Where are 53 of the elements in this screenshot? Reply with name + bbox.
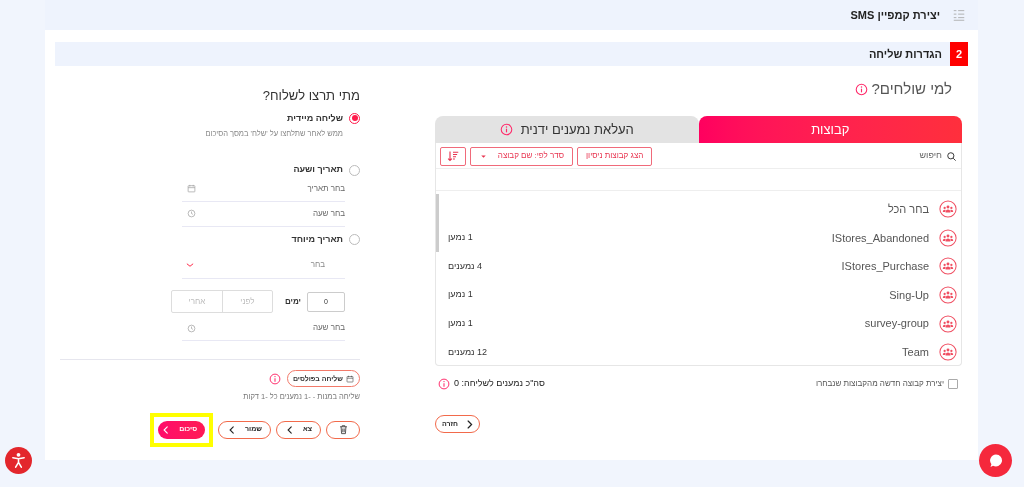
page-title: יצירת קמפיין SMS [850,7,940,23]
total-recipients: סה"כ נמענים לשליחה: 0 [454,377,545,391]
group-name[interactable]: בחר הכל [448,201,929,218]
sort-icon [447,150,459,162]
show-test-groups-button[interactable]: הצג קבוצות ניסיון [577,146,653,166]
group-icon [939,228,957,247]
clock-icon [187,209,196,219]
section-title: למי שולחים? [871,78,952,99]
recipient-count: 4 נמענים [448,259,483,273]
calendar-icon [187,184,196,194]
info-icon [268,372,281,385]
group-icon [939,286,957,305]
accessibility-icon[interactable] [5,447,32,474]
trash-icon [337,424,349,435]
option-label: תאריך ושעה [293,163,343,177]
group-name[interactable]: IStores_Abandoned [482,229,929,247]
date-field[interactable]: בחר תאריך [245,182,345,195]
group-icon [939,314,957,333]
time-field[interactable]: בחר שעה [245,322,345,335]
option-label: שליחה מיידית [287,111,343,125]
clock-icon [187,323,196,333]
recipient-count: 1 נמען [448,231,473,245]
tab[interactable]: קבוצות [698,116,962,143]
group-name[interactable]: Sing-Up [482,286,929,304]
recipient-count: 1 נמען [448,288,473,302]
search-field[interactable]: חיפוש [822,149,942,163]
checkbox-label: יצירת קבוצה חדשה מהקבוצות שנבחרו [814,378,944,390]
group-name[interactable]: Team [497,344,929,361]
sort-dropdown[interactable]: סדר לפי: שם קבוצה [470,146,573,166]
group-name[interactable]: survey-group [482,315,929,332]
tab[interactable]: העלאת נמענים ידנית [435,116,699,143]
group-icon [939,200,957,219]
recipient-count: 1 נמען [448,316,473,330]
info-icon [854,82,868,96]
info-icon [438,378,450,390]
section-title: מתי תרצו לשלוח? [261,87,360,105]
select-field[interactable]: בחר [182,251,345,280]
group-icon [939,343,957,362]
time-field[interactable]: בחר שעה [245,207,345,220]
recipient-count: 12 נמענים [448,345,488,359]
sort-button[interactable] [440,146,466,166]
calendar-icon [346,374,354,383]
step-number: 2 [950,42,968,66]
option-label: תאריך מיוחד [291,232,343,246]
scrollbar [436,194,439,252]
checkbox[interactable] [948,379,958,389]
list-icon [952,8,966,22]
group-icon [939,257,957,276]
chat-icon[interactable] [979,444,1012,477]
step-title: הגדרות שליחה [868,46,942,62]
search-icon [946,150,957,162]
days-label: ימים [284,295,301,308]
group-name[interactable]: IStores_Purchase [492,258,929,275]
